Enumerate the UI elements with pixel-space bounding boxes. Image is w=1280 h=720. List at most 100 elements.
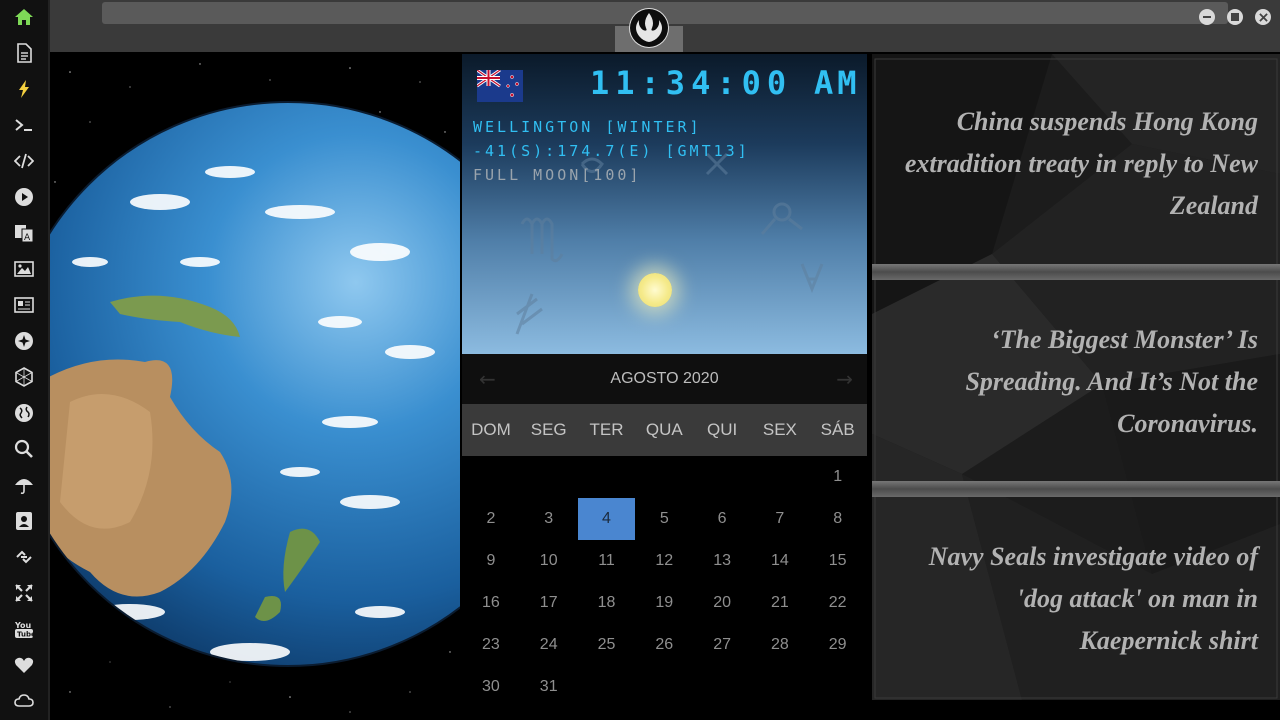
news-divider <box>872 481 1280 497</box>
calendar-week-row: 16 17 18 19 20 21 22 <box>462 582 867 624</box>
umbrella-icon[interactable] <box>13 474 35 496</box>
news-headline[interactable]: Navy Seals investigate video of 'dog att… <box>888 536 1258 662</box>
maximize-button[interactable] <box>1227 9 1243 25</box>
calendar-day[interactable]: 25 <box>578 624 636 666</box>
calendar-grid: 1 2 3 4 5 6 7 8 9 10 11 12 13 14 15 16 17 18 19 20 21 22 23 24 2… <box>462 456 867 708</box>
translate-icon[interactable]: A <box>13 222 35 244</box>
calendar-day[interactable]: 30 <box>462 666 520 708</box>
calendar-day[interactable]: 19 <box>635 582 693 624</box>
sun-icon <box>638 273 672 307</box>
calendar-day[interactable]: 11 <box>578 540 636 582</box>
weekday-label: SÁB <box>820 420 855 439</box>
calendar-day[interactable]: 5 <box>635 498 693 540</box>
calendar-day[interactable]: 18 <box>578 582 636 624</box>
calendar-day <box>809 666 867 708</box>
calendar-day <box>635 666 693 708</box>
search-icon[interactable] <box>13 438 35 460</box>
clock-time: 11:34:00 <box>590 64 793 102</box>
minimize-button[interactable] <box>1199 9 1215 25</box>
calendar-day[interactable]: 3 <box>520 498 578 540</box>
calendar-day[interactable]: 2 <box>462 498 520 540</box>
code-icon[interactable] <box>13 150 35 172</box>
rebel-alliance-logo <box>629 8 669 48</box>
calendar-day[interactable]: 24 <box>520 624 578 666</box>
weekday-header: DOM SEG TER QUA QUI SEX SÁB <box>462 404 867 456</box>
expand-arrows-icon[interactable] <box>13 582 35 604</box>
calendar-day[interactable]: 15 <box>809 540 867 582</box>
globe-icon[interactable] <box>13 402 35 424</box>
next-month-arrow-icon[interactable]: → <box>836 367 853 391</box>
calendar-day[interactable]: 10 <box>520 540 578 582</box>
news-headline[interactable]: ‘The Biggest Monster’ Is Spreading. And … <box>888 319 1258 445</box>
calendar-day-today[interactable]: 4 <box>577 498 636 540</box>
calendar-day[interactable]: 13 <box>693 540 751 582</box>
calendar-day[interactable]: 6 <box>693 498 751 540</box>
calendar-day[interactable]: 29 <box>809 624 867 666</box>
calendar-day <box>693 666 751 708</box>
cloud-icon[interactable] <box>13 690 35 712</box>
chain-link-icon[interactable] <box>13 546 35 568</box>
calendar-day <box>751 456 809 498</box>
settings-badge-icon[interactable] <box>13 330 35 352</box>
calendar-day[interactable]: 8 <box>809 498 867 540</box>
calendar-day[interactable]: 27 <box>693 624 751 666</box>
city-season: WELLINGTON [WINTER] <box>473 118 702 136</box>
calendar-week-row: 1 <box>462 456 867 498</box>
weekday-label: QUI <box>706 420 738 439</box>
calendar-day[interactable]: 7 <box>751 498 809 540</box>
calendar-day[interactable]: 12 <box>635 540 693 582</box>
image-icon[interactable] <box>13 258 35 280</box>
news-divider <box>872 264 1280 280</box>
document-icon[interactable] <box>13 42 35 64</box>
calendar-day[interactable]: 22 <box>809 582 867 624</box>
calendar-day[interactable]: 1 <box>809 456 867 498</box>
moon-phase: FULL MOON[100] <box>473 166 642 184</box>
prev-month-arrow-icon[interactable]: ← <box>479 367 496 391</box>
weekday-label: SEG <box>530 420 567 439</box>
calendar-month-title: AGOSTO 2020 <box>610 370 719 387</box>
calendar-day[interactable]: 20 <box>693 582 751 624</box>
calendar-day[interactable]: 21 <box>751 582 809 624</box>
sidebar: A You Tube <box>0 0 50 720</box>
youtube-icon[interactable]: You Tube <box>13 618 35 640</box>
news-headline[interactable]: China suspends Hong Kong extradition tre… <box>888 101 1258 227</box>
calendar-day[interactable]: 16 <box>462 582 520 624</box>
calendar-day <box>462 456 520 498</box>
weekday-label: SEX <box>762 420 797 439</box>
calendar-day <box>520 456 578 498</box>
calendar-week-row: 9 10 11 12 13 14 15 <box>462 540 867 582</box>
calendar-day[interactable]: 14 <box>751 540 809 582</box>
svg-text:You: You <box>14 621 32 630</box>
world-clock-panel: 11:34:00 AM WELLINGTON [WINTER] -41(S):1… <box>462 54 867 354</box>
weekday-label: DOM <box>471 420 511 439</box>
news-panel: China suspends Hong Kong extradition tre… <box>872 54 1280 700</box>
calendar-day[interactable]: 9 <box>462 540 520 582</box>
newspaper-icon[interactable] <box>13 294 35 316</box>
play-icon[interactable] <box>13 186 35 208</box>
hexagon-icon[interactable] <box>13 366 35 388</box>
svg-text:Tube: Tube <box>17 631 34 639</box>
calendar: ← AGOSTO 2020 → DOM SEG TER QUA QUI SEX SÁB 12… <box>462 354 867 720</box>
calendar-week-row: 30 31 <box>462 666 867 708</box>
calendar-day[interactable]: 28 <box>751 624 809 666</box>
lightning-icon[interactable] <box>13 78 35 100</box>
calendar-day <box>578 666 636 708</box>
calendar-day <box>693 456 751 498</box>
calendar-day <box>578 456 636 498</box>
contact-card-icon[interactable] <box>13 510 35 532</box>
close-button[interactable] <box>1255 9 1271 25</box>
calendar-week-row: 23 24 25 26 27 28 29 <box>462 624 867 666</box>
svg-text:A: A <box>24 233 31 243</box>
clock-ampm: AM <box>814 64 861 102</box>
calendar-day <box>751 666 809 708</box>
calendar-day[interactable]: 31 <box>520 666 578 708</box>
calendar-day[interactable]: 17 <box>520 582 578 624</box>
earth-globe <box>50 101 460 667</box>
weekday-label: TER <box>589 420 624 439</box>
earth-globe-panel[interactable] <box>50 52 460 720</box>
heart-icon[interactable] <box>13 654 35 676</box>
home-icon[interactable] <box>13 6 35 28</box>
terminal-icon[interactable] <box>13 114 35 136</box>
calendar-day[interactable]: 23 <box>462 624 520 666</box>
calendar-day[interactable]: 26 <box>635 624 693 666</box>
